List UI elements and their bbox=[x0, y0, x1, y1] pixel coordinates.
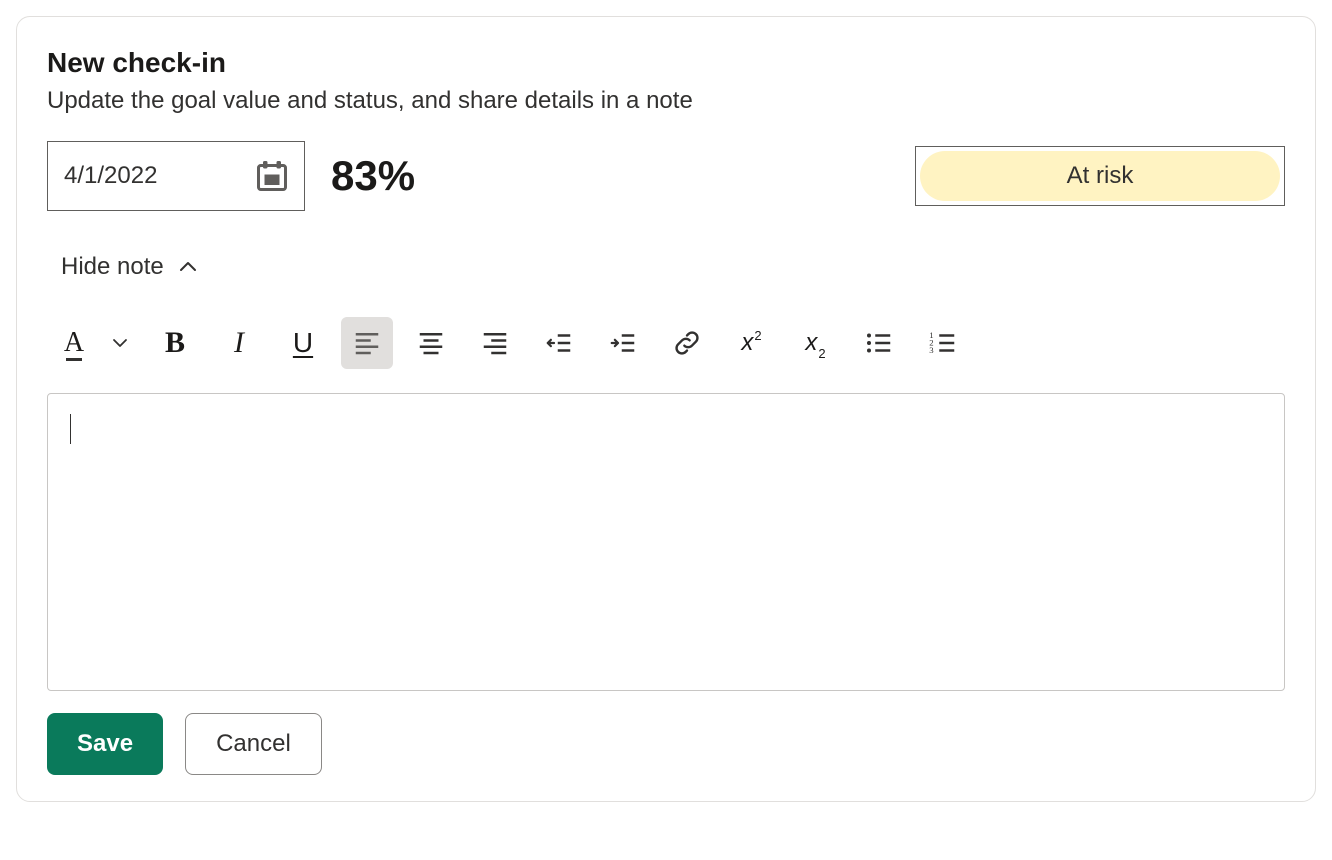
italic-button[interactable]: I bbox=[213, 317, 265, 369]
dialog-title: New check-in bbox=[47, 47, 1285, 79]
date-value: 4/1/2022 bbox=[64, 162, 157, 190]
save-button[interactable]: Save bbox=[47, 713, 163, 775]
check-in-card: New check-in Update the goal value and s… bbox=[16, 16, 1316, 802]
align-right-button[interactable] bbox=[469, 317, 521, 369]
dialog-subtitle: Update the goal value and status, and sh… bbox=[47, 87, 1285, 115]
align-center-button[interactable] bbox=[405, 317, 457, 369]
align-left-icon bbox=[352, 328, 382, 358]
status-label: At risk bbox=[1067, 162, 1134, 190]
subscript-icon: x bbox=[805, 329, 824, 357]
bulleted-list-icon bbox=[864, 328, 894, 358]
font-color-menu-button[interactable] bbox=[103, 317, 137, 369]
numbered-list-button[interactable]: 1 2 3 bbox=[917, 317, 969, 369]
date-picker[interactable]: 4/1/2022 bbox=[47, 141, 305, 211]
note-editor[interactable] bbox=[47, 393, 1285, 691]
underline-button[interactable]: U bbox=[277, 317, 329, 369]
subscript-button[interactable]: x bbox=[789, 317, 841, 369]
font-color-button[interactable]: A bbox=[57, 317, 91, 369]
outdent-icon bbox=[544, 328, 574, 358]
bulleted-list-button[interactable] bbox=[853, 317, 905, 369]
input-row: 4/1/2022 83% At risk bbox=[47, 141, 1285, 211]
dialog-actions: Save Cancel bbox=[47, 713, 1285, 775]
editor-toolbar: A B I U bbox=[57, 317, 1285, 369]
chevron-up-icon bbox=[178, 257, 198, 277]
numbered-list-icon: 1 2 3 bbox=[928, 328, 958, 358]
align-center-icon bbox=[416, 328, 446, 358]
svg-text:3: 3 bbox=[929, 345, 934, 355]
indent-button[interactable] bbox=[597, 317, 649, 369]
status-picker[interactable]: At risk bbox=[915, 146, 1285, 206]
text-caret bbox=[70, 414, 71, 444]
outdent-button[interactable] bbox=[533, 317, 585, 369]
italic-icon: I bbox=[234, 326, 244, 360]
font-color-icon: A bbox=[64, 329, 84, 357]
cancel-button[interactable]: Cancel bbox=[185, 713, 322, 775]
superscript-button[interactable]: x bbox=[725, 317, 777, 369]
calendar-icon bbox=[252, 156, 292, 196]
toggle-note-label: Hide note bbox=[61, 253, 164, 281]
goal-value: 83% bbox=[331, 152, 415, 200]
toggle-note-button[interactable]: Hide note bbox=[61, 253, 198, 281]
align-right-icon bbox=[480, 328, 510, 358]
indent-icon bbox=[608, 328, 638, 358]
underline-icon: U bbox=[293, 327, 313, 359]
bold-button[interactable]: B bbox=[149, 317, 201, 369]
chevron-down-icon bbox=[112, 335, 128, 351]
link-button[interactable] bbox=[661, 317, 713, 369]
status-pill: At risk bbox=[920, 151, 1280, 201]
superscript-icon: x bbox=[741, 329, 760, 357]
bold-icon: B bbox=[165, 326, 185, 360]
align-left-button[interactable] bbox=[341, 317, 393, 369]
link-icon bbox=[671, 327, 703, 359]
